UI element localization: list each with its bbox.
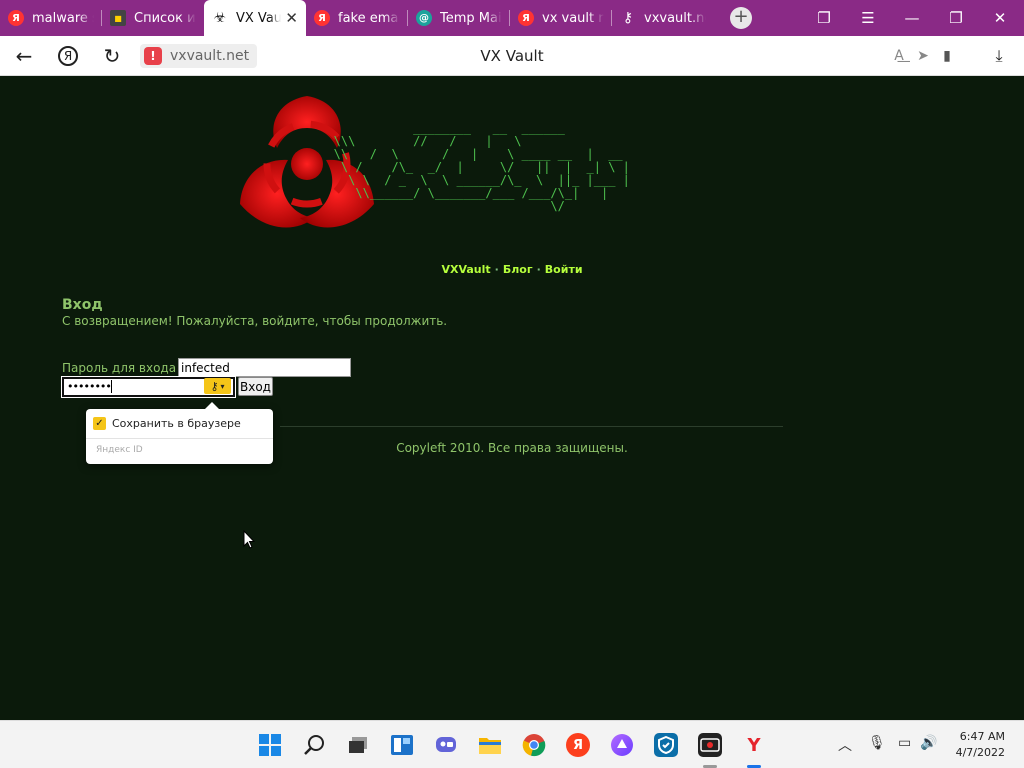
tab-vx-vault[interactable]: ☣ VX Vault ✕ xyxy=(204,0,306,36)
login-password-input[interactable] xyxy=(178,358,351,377)
close-tab-icon[interactable]: ✕ xyxy=(285,9,298,27)
back-button[interactable]: ← xyxy=(2,36,46,76)
start-windows-icon[interactable] xyxy=(258,733,282,757)
tab-vx-vault-search[interactable]: Я vx vault ro xyxy=(510,0,612,36)
alice-assistant-icon[interactable] xyxy=(610,733,634,757)
tab-spisok[interactable]: ■ Список и xyxy=(102,0,204,36)
vpn-shield-icon[interactable] xyxy=(654,733,678,757)
clock-time: 6:47 AM xyxy=(959,730,1005,743)
show-hidden-icons-chevron-up-icon[interactable]: ︿ xyxy=(838,735,852,755)
translate-icon[interactable]: A͟ xyxy=(886,36,912,76)
site-nav: VXVault · Блог · Войти xyxy=(441,263,583,276)
tab-label: VX Vault xyxy=(236,10,282,26)
biohazard-icon: ☣ xyxy=(213,10,227,26)
yandex-icon: Я xyxy=(518,10,534,26)
tab-label: malware s xyxy=(32,10,94,26)
nav-link-blog[interactable]: Блог xyxy=(503,263,533,276)
browser-tab-bar: Я malware s ■ Список и ☣ VX Vault ✕ Я fa… xyxy=(0,0,1024,36)
nav-link-login[interactable]: Войти xyxy=(545,263,583,276)
tab-vxvault-net[interactable]: ⚷ vxvault.ne xyxy=(612,0,714,36)
chevron-down-icon: ▾ xyxy=(220,381,225,391)
footer-copyright: Copyleft 2010. Все права защищены. xyxy=(396,441,628,455)
windows-taskbar: Я Y ︿ 🎙 ▭ 🔊 6:47 AM 4/7/2022 xyxy=(0,720,1024,768)
tab-label: Temp Mai xyxy=(440,10,502,26)
temp-mail-icon: @ xyxy=(416,10,432,26)
yandex-icon: Я xyxy=(314,10,330,26)
password-manager-button[interactable]: ⚷ ▾ xyxy=(204,378,231,394)
microphone-icon[interactable]: 🎙 xyxy=(868,735,886,751)
archive-site-icon: ■ xyxy=(110,10,126,26)
tab-label: vx vault ro xyxy=(542,10,604,26)
file-explorer-icon[interactable] xyxy=(478,733,502,757)
web-page: ________ __ ______ \\\ // / | \ \\ / \ /… xyxy=(0,76,1024,720)
yandex-browser-icon[interactable]: Y xyxy=(742,733,766,757)
close-window-button[interactable]: ✕ xyxy=(978,0,1022,36)
screen-recorder-icon[interactable] xyxy=(698,733,722,757)
system-clock[interactable]: 6:47 AM 4/7/2022 xyxy=(956,729,1005,761)
yandex-icon[interactable]: Я xyxy=(566,733,590,757)
tab-temp-mail[interactable]: @ Temp Mai xyxy=(408,0,510,36)
address-bar: ← Я ↻ ! vxvault.net VX Vault A͟ ➤ ▮ ⤓ xyxy=(0,36,1024,76)
site-logo: ________ __ ______ \\\ // / | \ \\ / \ /… xyxy=(222,86,802,256)
save-in-browser-option[interactable]: ✓ Сохранить в браузере xyxy=(93,417,241,430)
display-icon[interactable]: ▭ xyxy=(898,735,911,751)
menu-icon[interactable]: ☰ xyxy=(846,0,890,36)
new-tab-button[interactable]: + xyxy=(730,7,752,29)
tab-malware[interactable]: Я malware s xyxy=(0,0,102,36)
masked-password: •••••••• xyxy=(67,380,112,393)
tab-label: fake emai xyxy=(338,10,400,26)
download-icon[interactable]: ⤓ xyxy=(986,36,1012,76)
yandex-home-button[interactable]: Я xyxy=(46,36,90,76)
warning-icon: ! xyxy=(144,47,162,65)
teams-chat-icon[interactable] xyxy=(434,733,458,757)
tab-label: Список и xyxy=(134,10,196,26)
volume-icon[interactable]: 🔊 xyxy=(920,735,937,751)
search-icon[interactable] xyxy=(302,733,326,757)
password-save-popup: ✓ Сохранить в браузере Яндекс ID xyxy=(86,402,273,464)
tab-label: vxvault.ne xyxy=(644,10,706,26)
save-in-browser-label: Сохранить в браузере xyxy=(112,417,241,430)
minimize-button[interactable]: — xyxy=(890,0,934,36)
tabs-menu-icon[interactable]: ❐ xyxy=(802,0,846,36)
bookmark-icon[interactable]: ▮ xyxy=(934,36,960,76)
login-submit-button[interactable]: Вход xyxy=(238,377,273,396)
yandex-icon: Я xyxy=(58,45,78,66)
key-icon: ⚷ xyxy=(210,379,219,393)
share-icon[interactable]: ➤ xyxy=(910,36,936,76)
checkbox-checked-icon[interactable]: ✓ xyxy=(93,417,106,430)
divider xyxy=(280,426,783,427)
widgets-icon[interactable] xyxy=(390,733,414,757)
password-label: Пароль для входа xyxy=(62,361,177,375)
task-view-icon[interactable] xyxy=(346,733,370,757)
chrome-icon[interactable] xyxy=(522,733,546,757)
url-domain: vxvault.net xyxy=(170,48,250,64)
restore-button[interactable]: ❐ xyxy=(934,0,978,36)
nav-link-vxvault[interactable]: VXVault xyxy=(441,263,490,276)
reload-button[interactable]: ↻ xyxy=(90,36,134,76)
clock-date: 4/7/2022 xyxy=(955,746,1005,759)
key-icon: ⚷ xyxy=(622,10,634,26)
yandex-icon: Я xyxy=(8,10,24,26)
mouse-cursor-icon xyxy=(243,530,255,549)
tab-fake-email[interactable]: Я fake emai xyxy=(306,0,408,36)
ascii-art-logo: ________ __ ______ \\\ // / | \ \\ / \ /… xyxy=(333,121,630,213)
login-heading: Вход xyxy=(62,297,103,313)
login-subtitle: С возвращением! Пожалуйста, войдите, что… xyxy=(62,314,448,328)
site-address-chip[interactable]: ! vxvault.net xyxy=(140,44,258,68)
